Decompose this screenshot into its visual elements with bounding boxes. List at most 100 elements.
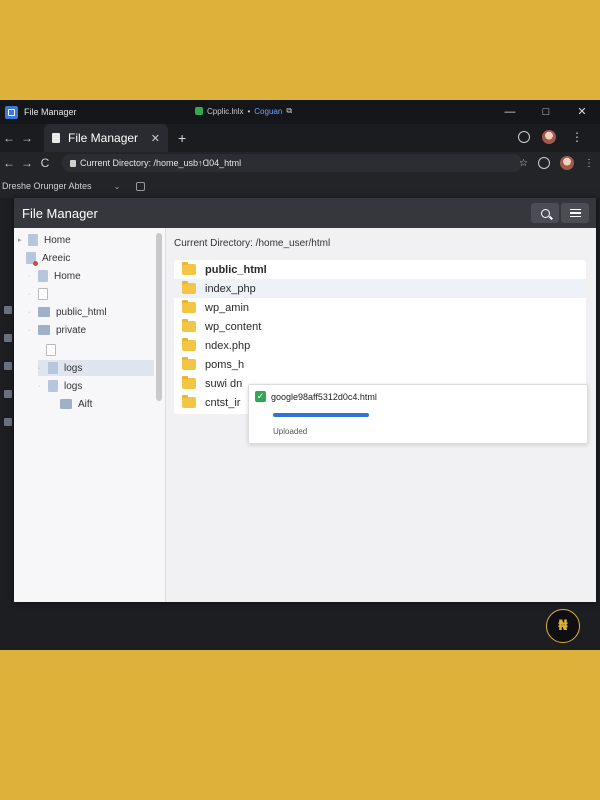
tree-label: Home — [54, 270, 81, 282]
file-manager-window: File Manager ▸ Home Areeic · Home · · pu… — [14, 198, 596, 602]
tree-item-public-html[interactable]: · public_html — [28, 304, 107, 320]
expand-icon[interactable]: · — [28, 291, 34, 298]
folder-icon — [28, 234, 38, 246]
tree-label: private — [56, 324, 87, 336]
search-button[interactable] — [531, 203, 559, 223]
expand-icon[interactable]: · — [28, 273, 34, 280]
new-tab-button[interactable]: + — [178, 130, 186, 146]
tree-label: logs — [64, 362, 83, 374]
window-controls: — □ ✕ — [492, 100, 600, 124]
os-titlebar: File Manager Cpplic.lnlx • Coguan ⧉ — □ … — [0, 100, 600, 124]
folder-icon — [182, 376, 196, 389]
folder-icon — [182, 281, 196, 294]
tree-item-unnamed[interactable]: · — [28, 286, 54, 302]
expand-icon[interactable]: · — [38, 365, 44, 372]
chevron-down-icon[interactable]: ⌄ — [114, 182, 121, 191]
strip-icon[interactable] — [4, 306, 12, 314]
strip-icon[interactable] — [4, 362, 12, 370]
folder-group-icon — [38, 307, 50, 317]
bookmark-square-icon[interactable] — [136, 181, 146, 191]
lock-icon — [70, 159, 76, 167]
address-bar[interactable]: Current Directory: /home_usb↑Ɑ04_html — [62, 154, 522, 172]
more-menu-icon[interactable]: ⋮ — [568, 130, 586, 144]
file-icon — [38, 288, 48, 300]
folder-icon — [182, 319, 196, 332]
file-name: poms_h — [205, 358, 245, 371]
tree-item-aift[interactable]: Aift — [60, 396, 92, 412]
tree-item-logs-selected[interactable]: · logs — [38, 360, 154, 376]
browser-tab-row: ← → File Manager ✕ + ⋮ — [0, 124, 600, 152]
file-icon — [46, 344, 56, 356]
expand-icon[interactable]: · — [28, 309, 34, 316]
sidebar-scrollbar[interactable] — [156, 233, 162, 401]
profile-avatar[interactable] — [542, 130, 556, 144]
reload-icon[interactable]: C — [36, 156, 54, 170]
titlebar-center: Cpplic.lnlx • Coguan ⧉ — [195, 106, 292, 116]
file-name: wp_amin — [205, 301, 250, 314]
folder-icon — [48, 380, 58, 392]
tab-close-icon[interactable]: ✕ — [151, 132, 160, 145]
more-menu-icon[interactable]: ⋮ — [584, 158, 594, 169]
app-icon — [5, 105, 18, 119]
app-title: File Manager — [22, 205, 98, 221]
watermark-logo-glyph: ₦ — [558, 618, 568, 634]
file-row[interactable]: ndex.php — [174, 336, 586, 355]
extension-icon[interactable] — [538, 157, 550, 169]
file-row[interactable]: wp_content — [174, 317, 586, 336]
current-directory: Current Directory: /home_user/html — [174, 238, 331, 249]
expand-icon[interactable]: ▸ — [18, 236, 24, 244]
expand-icon[interactable]: · — [28, 327, 34, 334]
tab-label: File Manager — [68, 131, 139, 145]
tree-item-areeic[interactable]: Areeic — [26, 250, 70, 266]
left-icon-strip — [4, 306, 12, 426]
tree-item-private[interactable]: · private — [28, 322, 86, 338]
file-row[interactable]: poms_h — [174, 355, 586, 374]
menu-button[interactable] — [561, 203, 589, 223]
close-window-button[interactable]: ✕ — [564, 100, 600, 124]
file-list: public_html index_php wp_amin wp_content… — [174, 260, 588, 444]
back-arrow-icon[interactable]: ← — [0, 131, 18, 145]
file-name: public_html — [205, 263, 267, 276]
file-row[interactable]: index_php — [174, 279, 586, 298]
folder-group-icon — [60, 399, 72, 409]
titlebar-center-text: Cpplic.lnlx — [207, 106, 244, 116]
folder-tree: ▸ Home Areeic · Home · · public_html · p… — [14, 228, 166, 602]
tree-item-home-sub[interactable]: · Home — [28, 268, 81, 284]
file-name: ndex.php — [205, 339, 251, 352]
file-row[interactable]: wp_amin — [174, 298, 586, 317]
extension-icon[interactable] — [518, 131, 530, 143]
strip-icon[interactable] — [4, 390, 12, 398]
check-icon: ✓ — [255, 391, 266, 402]
folder-icon — [38, 270, 48, 282]
back-arrow-icon[interactable]: ← — [0, 156, 18, 170]
file-name: suwi dn — [205, 377, 243, 390]
hamburger-icon — [569, 209, 581, 217]
profile-avatar[interactable] — [560, 156, 574, 170]
file-name: index_php — [205, 282, 256, 295]
strip-icon[interactable] — [4, 418, 12, 426]
folder-icon — [182, 338, 196, 351]
expand-icon[interactable]: · — [38, 383, 44, 390]
folder-icon — [182, 300, 196, 313]
upload-status: Uploaded — [273, 427, 308, 436]
strip-icon[interactable] — [4, 334, 12, 342]
file-row[interactable]: public_html — [174, 260, 586, 279]
folder-icon — [182, 262, 196, 275]
tree-item-logs[interactable]: · logs — [38, 378, 82, 394]
titlebar-link[interactable]: Coguan — [254, 107, 282, 116]
tree-item-home[interactable]: ▸ Home — [18, 232, 71, 248]
folder-icon — [48, 362, 58, 374]
folder-icon — [182, 357, 196, 370]
address-row: ← → C Current Directory: /home_usb↑Ɑ04_h… — [0, 152, 600, 174]
forward-arrow-icon[interactable]: → — [18, 156, 36, 170]
address-tools: ☆ ⋮ — [519, 156, 594, 170]
star-icon[interactable]: ☆ — [519, 158, 528, 169]
browser-tab[interactable]: File Manager ✕ — [44, 124, 168, 152]
bookmark-item[interactable]: Dreshe Orunger Abtes — [2, 181, 92, 191]
minimize-button[interactable]: — — [492, 100, 528, 124]
upload-filename: google98aff5312d0c4.html — [271, 391, 377, 402]
forward-arrow-icon[interactable]: → — [18, 131, 36, 145]
maximize-button[interactable]: □ — [528, 100, 564, 124]
tree-item-blank-file[interactable] — [46, 342, 62, 358]
upload-header: ✓ google98aff5312d0c4.html — [249, 385, 587, 408]
